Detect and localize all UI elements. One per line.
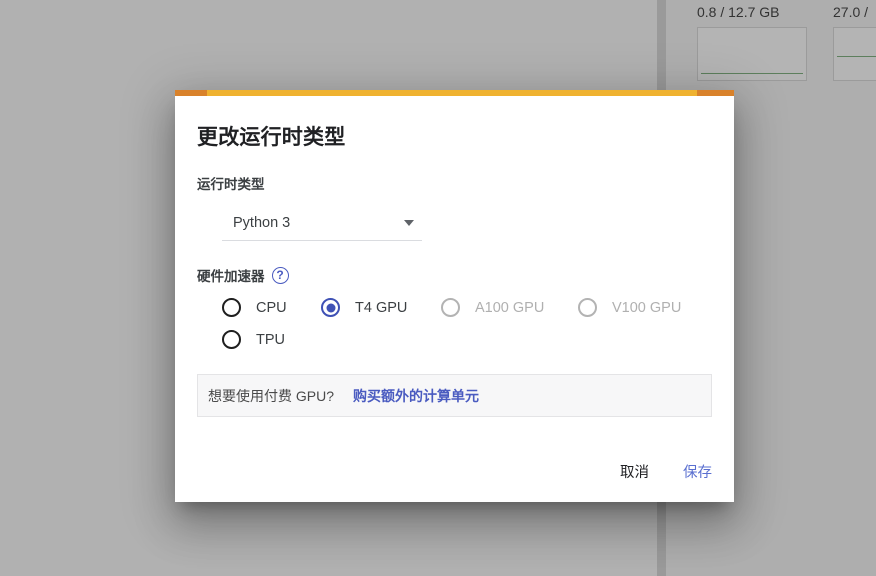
paid-gpu-banner: 想要使用付费 GPU? 购买额外的计算单元	[197, 374, 712, 417]
runtime-type-select[interactable]: Python 3	[222, 206, 422, 241]
runtime-type-selected-value: Python 3	[233, 215, 291, 231]
radio-circle-icon	[578, 298, 597, 317]
dialog-body: 更改运行时类型 运行时类型 Python 3 硬件加速器 ? CPU T4 GP…	[175, 90, 734, 417]
paid-gpu-banner-text: 想要使用付费 GPU?	[208, 387, 335, 404]
resource-widget-ram-sparkline	[697, 27, 807, 81]
buy-compute-units-link[interactable]: 购买额外的计算单元	[353, 386, 479, 406]
radio-circle-icon	[222, 330, 241, 349]
radio-label-cpu: CPU	[256, 299, 287, 316]
cancel-button[interactable]: 取消	[616, 455, 653, 488]
radio-option-tpu[interactable]: TPU	[222, 330, 285, 349]
save-button[interactable]: 保存	[679, 455, 716, 488]
dialog-title: 更改运行时类型	[197, 126, 346, 149]
radio-option-cpu[interactable]: CPU	[222, 298, 321, 317]
accelerator-radio-row-1: CPU T4 GPU A100 GPU V100 GPU	[197, 298, 712, 317]
radio-label-tpu: TPU	[256, 331, 285, 348]
hardware-accelerator-label: 硬件加速器	[197, 269, 265, 284]
radio-option-t4-gpu[interactable]: T4 GPU	[321, 298, 441, 317]
change-runtime-type-dialog: 更改运行时类型 运行时类型 Python 3 硬件加速器 ? CPU T4 GP…	[175, 90, 734, 502]
resource-widget-ram-title: 系统 RAM	[697, 0, 807, 3]
sparkline-trace	[837, 56, 876, 57]
radio-option-v100-gpu: V100 GPU	[578, 298, 681, 317]
chevron-down-icon	[404, 220, 414, 226]
hardware-accelerator-label-row: 硬件加速器 ?	[197, 265, 712, 285]
indeterminate-progress-bar	[175, 90, 734, 96]
resource-widget-disk-sparkline	[833, 27, 876, 81]
sparkline-trace	[701, 73, 803, 74]
radio-label-a100-gpu: A100 GPU	[475, 299, 545, 316]
resource-widget-ram-value: 0.8 / 12.7 GB	[697, 4, 780, 20]
radio-label-t4-gpu: T4 GPU	[355, 299, 408, 316]
radio-circle-icon	[321, 298, 340, 317]
runtime-type-label: 运行时类型	[197, 177, 265, 192]
radio-label-v100-gpu: V100 GPU	[612, 299, 682, 316]
radio-option-a100-gpu: A100 GPU	[441, 298, 578, 317]
radio-circle-icon	[441, 298, 460, 317]
help-circle-icon[interactable]: ?	[271, 266, 289, 284]
resource-widget-disk: 磁盘 27.0 /	[833, 0, 876, 81]
accelerator-radio-row-2: TPU	[197, 330, 712, 349]
resource-widget-disk-value: 27.0 /	[833, 4, 869, 20]
progress-indicator	[207, 90, 697, 96]
dialog-actions: 取消 保存	[616, 455, 716, 488]
resource-widget-ram: 系统 RAM 0.8 / 12.7 GB	[697, 0, 807, 81]
resource-widget-disk-title: 磁盘	[833, 0, 876, 3]
radio-circle-icon	[222, 298, 241, 317]
